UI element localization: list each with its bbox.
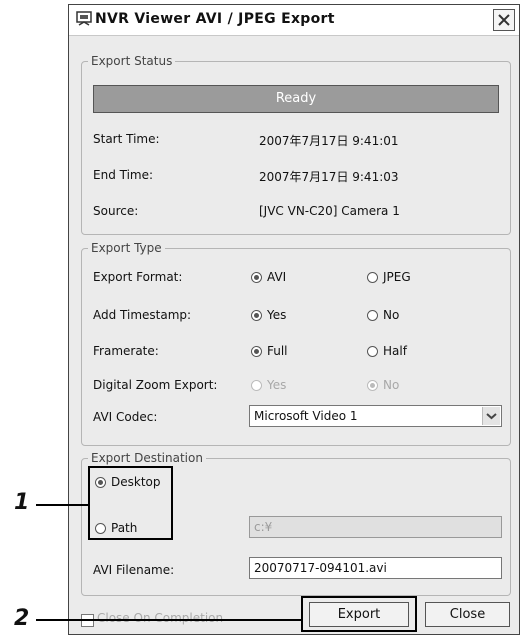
avi-filename-value: 20070717-094101.avi (254, 561, 387, 575)
desktop-label: Desktop (111, 475, 161, 489)
avi-codec-select[interactable]: Microsoft Video 1 (249, 405, 502, 427)
source-value: [JVC VN-C20] Camera 1 (259, 204, 400, 218)
radio-selected-icon (251, 271, 262, 283)
zoom-no-radio[interactable]: No (367, 378, 399, 392)
avi-filename-label: AVI Filename: (93, 563, 175, 577)
path-input-value: c:¥ (254, 520, 273, 534)
title-bar: NVR Viewer AVI / JPEG Export (69, 5, 519, 36)
path-label: Path (111, 521, 138, 535)
callout-2-line (36, 619, 301, 621)
end-time-value: 2007年7月17日 9:41:03 (259, 170, 399, 184)
close-on-completion-label: Close On Completion (97, 611, 224, 625)
callout-1-line (36, 504, 88, 506)
destination-path-radio[interactable]: Path (95, 521, 137, 535)
zoom-yes-radio[interactable]: Yes (251, 378, 286, 392)
radio-selected-icon (251, 309, 262, 321)
framerate-half-radio[interactable]: Half (367, 344, 407, 358)
export-status-legend: Export Status (88, 54, 176, 68)
format-avi-label: AVI (267, 270, 287, 284)
start-time-label: Start Time: (93, 132, 160, 146)
add-timestamp-label: Add Timestamp: (93, 308, 192, 322)
export-format-label: Export Format: (93, 270, 183, 284)
radio-icon (367, 345, 378, 357)
window-title: NVR Viewer AVI / JPEG Export (95, 11, 335, 27)
radio-selected-icon (367, 379, 378, 391)
callout-1-number: 1 (14, 490, 30, 515)
radio-icon (251, 379, 262, 391)
framerate-label: Framerate: (93, 344, 159, 358)
export-dialog: NVR Viewer AVI / JPEG Export Export Stat… (68, 4, 520, 635)
start-time-value: 2007年7月17日 9:41:01 (259, 134, 399, 148)
app-icon (76, 11, 92, 26)
end-time-label: End Time: (93, 168, 154, 182)
avi-filename-input[interactable]: 20070717-094101.avi (249, 557, 502, 579)
radio-icon (95, 522, 106, 534)
format-jpeg-radio[interactable]: JPEG (367, 270, 411, 284)
avi-codec-value: Microsoft Video 1 (254, 409, 358, 423)
avi-codec-label: AVI Codec: (93, 410, 158, 424)
dropdown-button[interactable] (482, 407, 500, 425)
radio-icon (367, 309, 378, 321)
format-jpeg-label: JPEG (383, 270, 411, 284)
radio-selected-icon (95, 476, 106, 488)
digital-zoom-label: Digital Zoom Export: (93, 378, 218, 392)
export-destination-legend: Export Destination (88, 451, 206, 465)
chevron-down-icon (486, 413, 497, 420)
framerate-half-label: Half (383, 344, 407, 358)
radio-selected-icon (251, 345, 262, 357)
zoom-yes-label: Yes (267, 378, 287, 392)
source-label: Source: (93, 204, 139, 218)
zoom-no-label: No (383, 378, 400, 392)
close-icon (498, 14, 510, 26)
framerate-full-label: Full (267, 344, 288, 358)
callout-2-number: 2 (14, 606, 30, 631)
status-indicator: Ready (93, 85, 499, 113)
close-window-button[interactable] (493, 9, 515, 31)
export-button[interactable]: Export (309, 602, 409, 627)
radio-icon (367, 271, 378, 283)
framerate-full-radio[interactable]: Full (251, 344, 288, 358)
export-type-legend: Export Type (88, 241, 165, 255)
timestamp-yes-radio[interactable]: Yes (251, 308, 286, 322)
timestamp-no-label: No (383, 308, 400, 322)
timestamp-yes-label: Yes (267, 308, 287, 322)
format-avi-radio[interactable]: AVI (251, 270, 286, 284)
path-input[interactable]: c:¥ (249, 516, 502, 538)
destination-desktop-radio[interactable]: Desktop (95, 475, 161, 489)
close-button[interactable]: Close (425, 602, 510, 627)
timestamp-no-radio[interactable]: No (367, 308, 399, 322)
